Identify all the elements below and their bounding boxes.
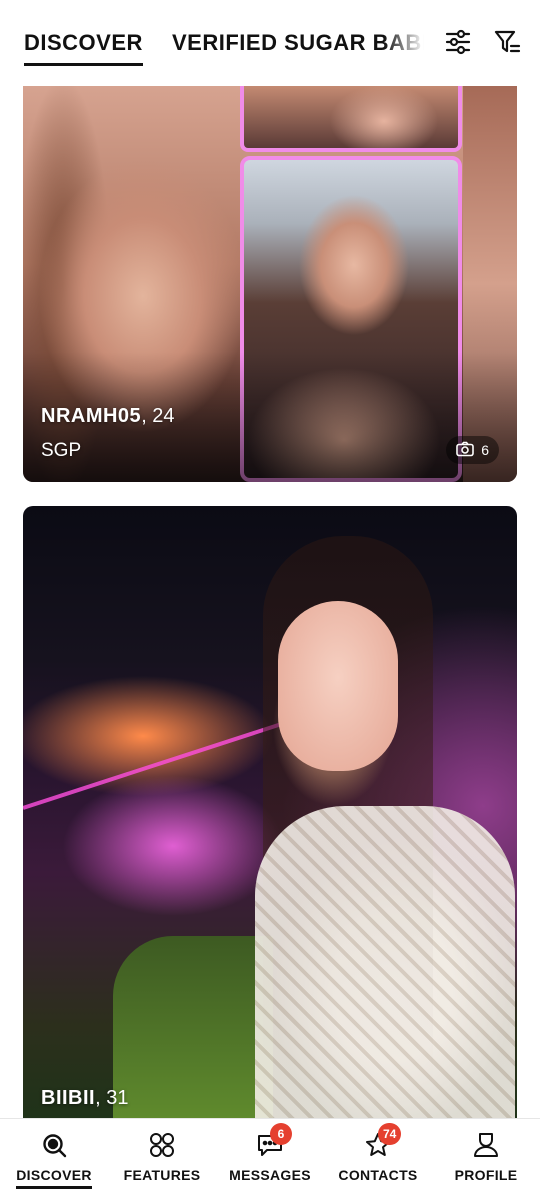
- profile-age: , 24: [141, 405, 175, 427]
- profile-card[interactable]: BIIBII, 31: [23, 506, 517, 1118]
- camera-icon: [456, 441, 475, 460]
- nav-label: CONTACTS: [338, 1167, 418, 1183]
- profile-name: BIIBII: [41, 1087, 96, 1109]
- profile-card[interactable]: NRAMH05, 24 SGP 6: [23, 86, 517, 482]
- nav-label: DISCOVER: [16, 1167, 92, 1189]
- nav-messages[interactable]: 6 MESSAGES: [216, 1119, 324, 1200]
- nav-label: FEATURES: [123, 1167, 201, 1183]
- bottom-nav: DISCOVER FEATURES 6 MESSAGES 74 CONTACTS: [0, 1118, 540, 1200]
- nav-label: PROFILE: [454, 1167, 518, 1183]
- tab-verified-sugar-babies[interactable]: VERIFIED SUGAR BABIES: [172, 30, 424, 56]
- profile-name-age: BIIBII, 31: [41, 1087, 128, 1110]
- photo-count: 6: [481, 442, 489, 458]
- sliders-icon[interactable]: [444, 28, 472, 56]
- profile-photo: [278, 601, 398, 771]
- profile-location: SGP: [41, 440, 82, 461]
- contacts-badge: 74: [378, 1123, 402, 1145]
- nav-discover[interactable]: DISCOVER: [0, 1119, 108, 1200]
- filter-icon[interactable]: [493, 28, 521, 56]
- grass: [113, 936, 273, 1118]
- person-icon: [472, 1131, 500, 1159]
- profile-name-age: NRAMH05, 24: [41, 405, 175, 428]
- profile-age: , 31: [95, 1087, 129, 1109]
- top-bar: DISCOVER VERIFIED SUGAR BABIES: [0, 0, 540, 86]
- star-icon: 74: [364, 1123, 402, 1159]
- search-icon: [40, 1131, 68, 1159]
- nav-features[interactable]: FEATURES: [108, 1119, 216, 1200]
- nav-label: MESSAGES: [229, 1167, 311, 1183]
- nav-profile[interactable]: PROFILE: [432, 1119, 540, 1200]
- grid-icon: [148, 1131, 176, 1159]
- tab-discover[interactable]: DISCOVER: [24, 30, 143, 66]
- profile-photo: [240, 86, 462, 152]
- photo-count-badge: 6: [446, 436, 499, 464]
- nav-contacts[interactable]: 74 CONTACTS: [324, 1119, 432, 1200]
- unread-messages-badge: 6: [270, 1123, 292, 1145]
- profile-name: NRAMH05: [41, 405, 142, 427]
- chat-icon: 6: [256, 1123, 292, 1159]
- profile-photo: [255, 806, 515, 1118]
